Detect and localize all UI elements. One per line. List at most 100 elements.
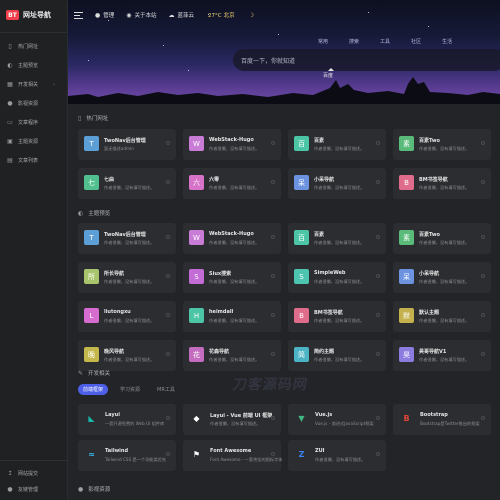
- tool-card[interactable]: ⚑ Font Awesome Font Awesome - 一套绝佳的图标字体: [183, 440, 282, 471]
- site-card[interactable]: 六六零 作者很懒，没有填写描述。: [183, 168, 281, 199]
- site-card[interactable]: 素百素Two 作者很懒，没有填写描述。: [393, 223, 491, 254]
- tool-card[interactable]: ◣ Layui 一套开源免费的 Web UI 组件库: [78, 404, 176, 435]
- top-link-about[interactable]: ◉ 关于本站: [126, 11, 156, 20]
- open-arrow-icon[interactable]: [271, 352, 275, 356]
- search-tab[interactable]: 搜索: [349, 38, 359, 45]
- top-link-label: 管理: [103, 13, 115, 19]
- sidebar-item-article-list[interactable]: ▤ 文章列表: [0, 151, 67, 170]
- open-arrow-icon[interactable]: [166, 274, 170, 278]
- site-card[interactable]: Hheimdall 作者很懒，没有填写描述。: [183, 301, 281, 332]
- open-arrow-icon[interactable]: [481, 416, 485, 420]
- site-card-title: SimpleWeb: [314, 270, 346, 276]
- sidebar-item-dev[interactable]: ▦ 开发相关 ›: [0, 75, 67, 94]
- open-arrow-icon[interactable]: [376, 416, 380, 420]
- open-arrow-icon[interactable]: [481, 235, 485, 239]
- site-card[interactable]: T TwoNav后台管理 暂无描述admin: [78, 129, 176, 160]
- tool-card[interactable]: ▼ Vue.js Vue.js - 渐进式JavaScript框架: [288, 404, 386, 435]
- open-arrow-icon[interactable]: [271, 452, 275, 456]
- user-icon: ●: [7, 485, 13, 493]
- open-arrow-icon[interactable]: [271, 416, 275, 420]
- open-arrow-icon[interactable]: [376, 352, 380, 356]
- open-arrow-icon[interactable]: [376, 313, 380, 317]
- sidebar-item-theme-resources[interactable]: ▣ 主题资源: [0, 132, 67, 151]
- menu-toggle-icon[interactable]: [74, 11, 83, 19]
- open-arrow-icon[interactable]: [271, 313, 275, 317]
- site-card-title: 所长导航: [104, 271, 125, 277]
- site-card[interactable]: W WebStack-Hugo 作者很懒，没有填写描述。: [183, 129, 281, 160]
- open-arrow-icon[interactable]: [271, 274, 275, 278]
- site-card[interactable]: 所所长导航 作者很懒，没有填写描述。: [78, 262, 176, 293]
- sidebar: BT 网址导航 ▯ 热门网址 ◐ 主题预览 ▦ 开发相关 › ● 影视资源 ▭ …: [0, 0, 68, 500]
- site-card[interactable]: S Siux搜索 作者很懒，没有填写描述。: [183, 262, 281, 293]
- sidebar-item-video[interactable]: ● 影视资源: [0, 94, 67, 113]
- sidebar-item-theme-preview[interactable]: ◐ 主题预览: [0, 56, 67, 75]
- open-arrow-icon[interactable]: [166, 141, 170, 145]
- open-arrow-icon[interactable]: [166, 180, 170, 184]
- site-card[interactable]: 呆小呆导航 作者很懒，没有填写描述。: [288, 168, 386, 199]
- open-arrow-icon[interactable]: [271, 235, 275, 239]
- site-initial-icon: T: [84, 136, 99, 151]
- weather-temp: 27°C: [208, 13, 222, 19]
- tab-mr-tools[interactable]: MR工具: [152, 384, 180, 395]
- tool-card[interactable]: ◆ Layui - Vue 前端 UI 框架 作者很懒，没有填写描述。: [183, 404, 281, 435]
- site-card[interactable]: 呆小呆导航 作者很懒，没有填写描述。: [393, 262, 491, 293]
- site-card[interactable]: W WebStack-Hugo 作者很懒，没有填写描述。: [183, 223, 281, 254]
- tab-learning[interactable]: 学习资源: [115, 384, 145, 395]
- search-tab[interactable]: 社区: [411, 38, 421, 45]
- open-arrow-icon[interactable]: [166, 452, 170, 456]
- open-arrow-icon[interactable]: [481, 141, 485, 145]
- top-link-admin[interactable]: ● 管理: [95, 11, 115, 20]
- sidebar-item-hot-sites[interactable]: ▯ 热门网址: [0, 37, 67, 56]
- sidebar-item-label: 影视资源: [18, 101, 39, 107]
- site-card-desc: 作者很懒，没有填写描述。: [314, 146, 365, 151]
- site-card[interactable]: B BM书签导航 作者很懒，没有填写描述。: [393, 168, 491, 199]
- open-arrow-icon[interactable]: [481, 180, 485, 184]
- weather-widget[interactable]: 27°C 北京: [208, 11, 235, 19]
- search-tab[interactable]: 常用: [318, 38, 328, 45]
- site-initial-icon: S: [189, 269, 204, 284]
- sidebar-item-links-admin[interactable]: ● 友链管理: [0, 481, 68, 497]
- open-arrow-icon[interactable]: [166, 352, 170, 356]
- search-tab[interactable]: 生活: [442, 38, 452, 45]
- site-card[interactable]: 七七曲 作者很懒，没有填写描述。: [78, 168, 176, 199]
- tool-card[interactable]: B Bootstrap Bootstrap是Twitter推出的框架: [393, 404, 491, 435]
- site-card[interactable]: 素百素Two 作者很懒，没有填写描述。: [393, 129, 491, 160]
- site-card-desc: 作者很懒，没有填写描述。: [419, 240, 470, 245]
- dark-mode-toggle-icon[interactable]: ☽: [249, 12, 254, 19]
- search-input[interactable]: 百度一下，你就知道: [233, 49, 500, 71]
- open-arrow-icon[interactable]: [166, 235, 170, 239]
- search-tab[interactable]: 工具: [380, 38, 390, 45]
- tool-card[interactable]: ≈ Tailwind Tailwind CSS 是一个功能类优先: [78, 440, 176, 471]
- site-card[interactable]: 昊昊哥导航V1 作者很懒，没有填写描述。: [393, 340, 491, 371]
- tab-frontend[interactable]: 前端框架: [78, 384, 109, 395]
- site-logo[interactable]: BT 网址导航: [0, 0, 67, 30]
- site-card[interactable]: B BM书签导航 作者很懒，没有填写描述。: [288, 301, 386, 332]
- open-arrow-icon[interactable]: [376, 452, 380, 456]
- open-arrow-icon[interactable]: [376, 141, 380, 145]
- site-card-title: TwoNav后台管理: [104, 138, 146, 144]
- site-card[interactable]: 晚晚风导航 作者很懒，没有填写描述。: [78, 340, 176, 371]
- open-arrow-icon[interactable]: [271, 141, 275, 145]
- open-arrow-icon[interactable]: [481, 274, 485, 278]
- open-arrow-icon[interactable]: [166, 313, 170, 317]
- site-card[interactable]: T TwoNav后台管理 作者很懒，没有填写描述。: [78, 223, 176, 254]
- open-arrow-icon[interactable]: [376, 180, 380, 184]
- tool-card[interactable]: Z ZUI 作者很懒，没有填写描述。: [288, 440, 386, 471]
- site-initial-icon: 呆: [399, 269, 414, 284]
- site-card[interactable]: 百百素 作者很懒，没有填写描述。: [288, 129, 386, 160]
- open-arrow-icon[interactable]: [481, 313, 485, 317]
- open-arrow-icon[interactable]: [376, 274, 380, 278]
- open-arrow-icon[interactable]: [481, 352, 485, 356]
- site-card[interactable]: Lliutongxu 作者很懒，没有填写描述。: [78, 301, 176, 332]
- open-arrow-icon[interactable]: [376, 235, 380, 239]
- site-card[interactable]: S SimpleWeb 作者很懒，没有填写描述。: [288, 262, 386, 293]
- sidebar-item-submit-site[interactable]: ↥ 网站提交: [0, 465, 68, 481]
- site-card[interactable]: 百百素 作者很懒，没有填写描述。: [288, 223, 386, 254]
- site-card[interactable]: 简简约主题 作者很懒，没有填写描述。: [288, 340, 386, 371]
- site-card[interactable]: 花花森导航 作者很懒，没有填写描述。: [183, 340, 281, 371]
- sidebar-item-article-programs[interactable]: ▭ 文章程序: [0, 113, 67, 132]
- open-arrow-icon[interactable]: [271, 180, 275, 184]
- site-card[interactable]: 默默认主题 作者很懒，没有填写描述。: [393, 301, 491, 332]
- top-link-cloud[interactable]: ☁ 蓝菲云: [169, 11, 195, 20]
- open-arrow-icon[interactable]: [166, 416, 170, 420]
